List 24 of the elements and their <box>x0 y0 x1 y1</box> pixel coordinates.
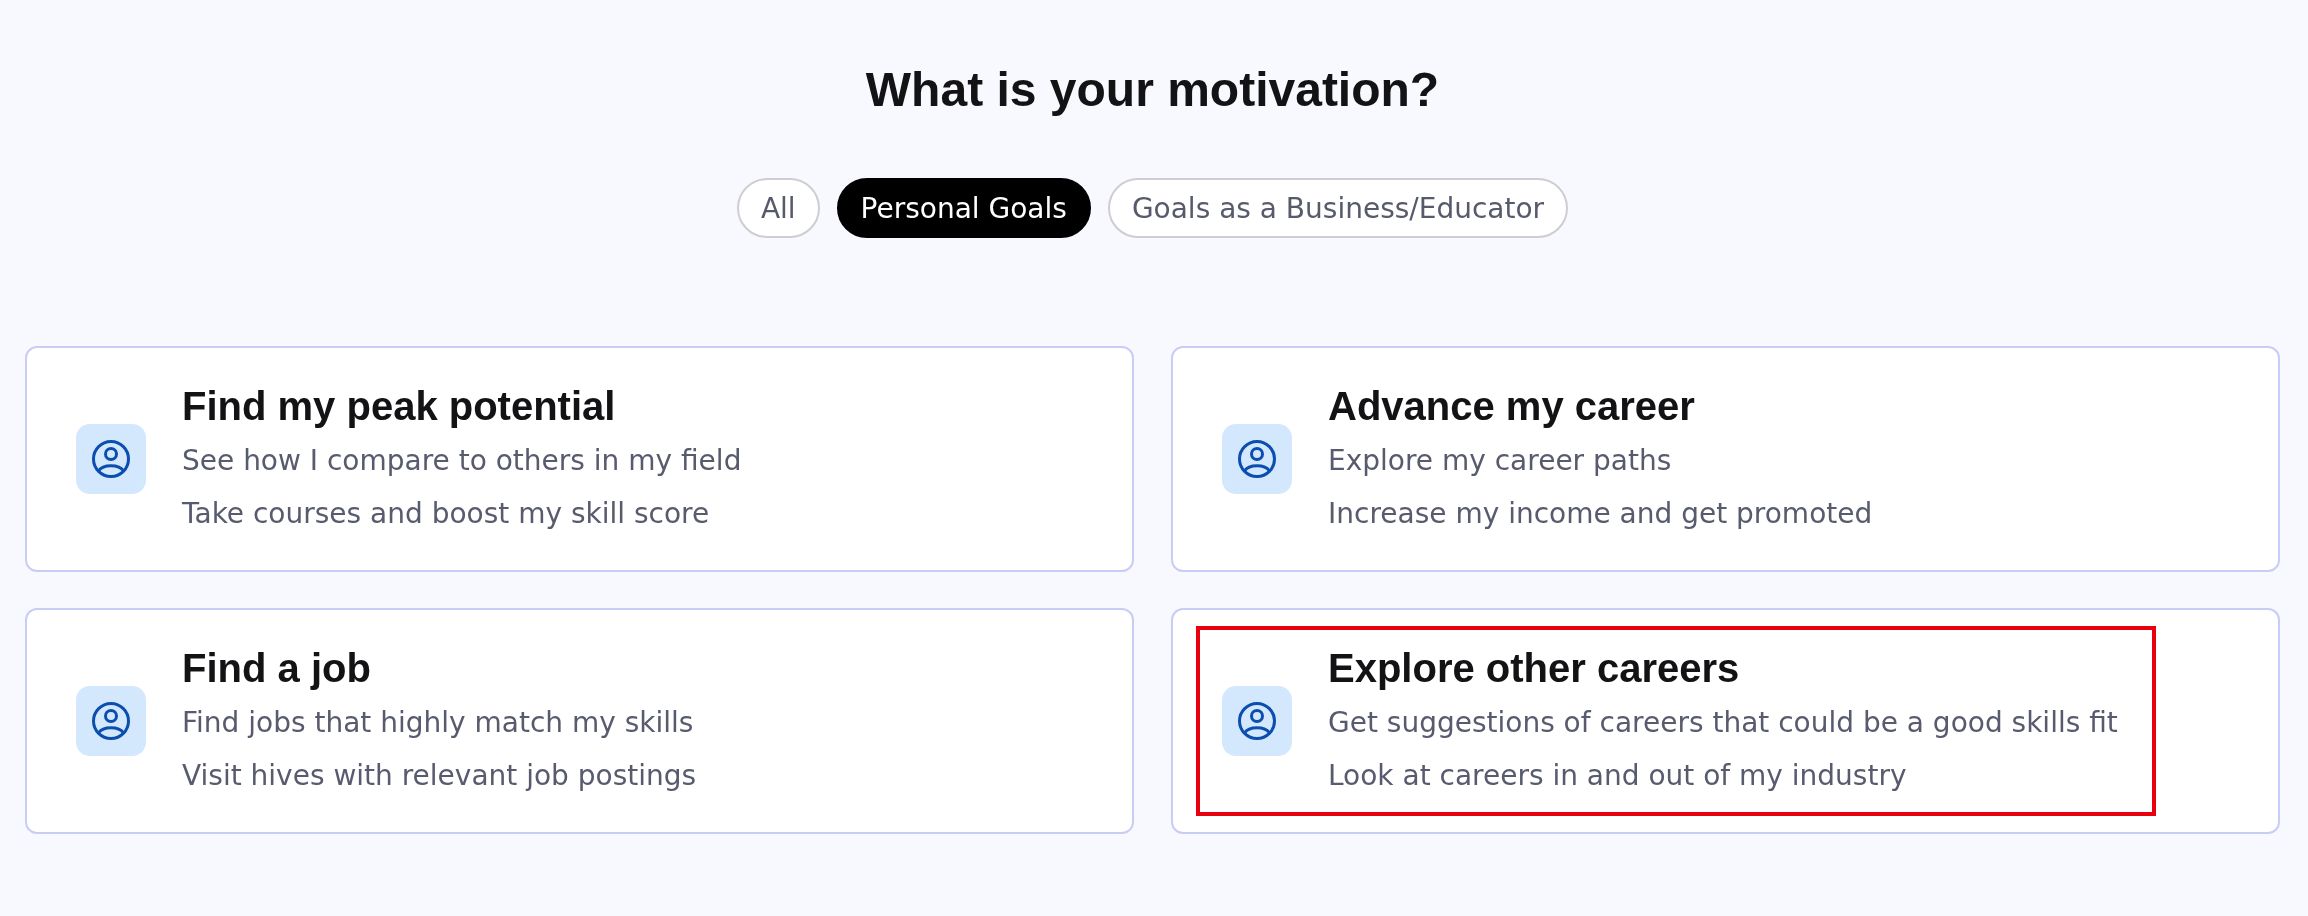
option-title: Explore other careers <box>1328 645 1741 692</box>
option-title: Find my peak potential <box>182 383 617 430</box>
person-icon <box>1222 424 1292 494</box>
filter-tab[interactable]: All <box>736 178 820 238</box>
option-description: Visit hives with relevant job postings <box>182 758 697 794</box>
option-description: Explore my career paths <box>1328 443 1673 479</box>
filter-tab[interactable]: Goals as a Business/Educator <box>1107 178 1569 238</box>
page-heading: What is your motivation? <box>865 62 1440 118</box>
person-icon <box>76 424 146 494</box>
filter-tab[interactable]: Personal Goals <box>836 178 1091 238</box>
option-card[interactable]: Explore other careers Get suggestions of careers that could be a good skills fit Look at careers in and out of my industry <box>1171 608 2280 834</box>
person-icon <box>76 686 146 756</box>
option-card[interactable]: Find a job Find jobs that highly match my skills Visit hives with relevant job postings <box>25 608 1134 834</box>
option-card[interactable]: Advance my career Explore my career paths Increase my income and get promoted <box>1171 346 2280 572</box>
option-description: Look at careers in and out of my industry <box>1328 758 1908 794</box>
option-description: Find jobs that highly match my skills <box>182 705 695 741</box>
option-description: Take courses and boost my skill score <box>182 496 711 532</box>
option-description: Increase my income and get promoted <box>1328 496 1873 532</box>
option-title: Find a job <box>182 645 372 692</box>
option-title: Advance my career <box>1328 383 1696 430</box>
option-description: See how I compare to others in my field <box>182 443 742 479</box>
option-card[interactable]: Find my peak potential See how I compare to others in my field Take courses and boost my skill score <box>25 346 1134 572</box>
person-icon <box>1222 686 1292 756</box>
option-description: Get suggestions of careers that could be a good skills fit <box>1328 705 2118 741</box>
